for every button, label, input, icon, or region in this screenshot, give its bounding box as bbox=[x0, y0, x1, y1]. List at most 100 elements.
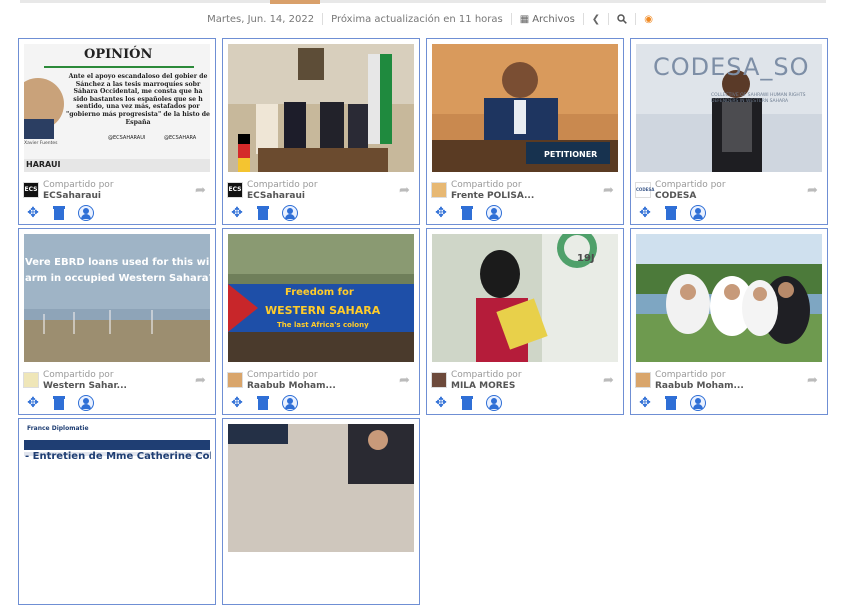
shared-by: Compartido por Western Sahar... bbox=[43, 370, 127, 392]
user-profile-icon[interactable] bbox=[690, 205, 706, 221]
share-icon[interactable]: ➦ bbox=[195, 374, 209, 387]
share-icon[interactable]: ➦ bbox=[603, 374, 617, 387]
post-thumbnail[interactable] bbox=[24, 44, 210, 172]
thumb-text: - Entretien de Mme Catherine Colo bbox=[25, 451, 211, 462]
shared-by-label: Compartido por bbox=[43, 370, 114, 380]
move-icon[interactable]: ✥ bbox=[230, 206, 244, 220]
post-card[interactable] bbox=[222, 418, 420, 605]
post-thumbnail[interactable] bbox=[228, 44, 414, 172]
move-icon[interactable]: ✥ bbox=[434, 396, 448, 410]
shared-by-user[interactable]: CODESA bbox=[655, 191, 726, 202]
shared-by: Compartido por Raabub Moham... bbox=[247, 370, 336, 392]
post-card[interactable]: ECS Compartido por ECSaharaui ➦ ✥ bbox=[222, 38, 420, 225]
post-card[interactable]: 19J Compartido por MILA MORES ➦ ✥ bbox=[426, 228, 624, 415]
trash-icon[interactable] bbox=[665, 206, 677, 220]
user-profile-icon[interactable] bbox=[282, 395, 298, 411]
top-divider bbox=[20, 0, 826, 4]
post-card[interactable]: Freedom for WESTERN SAHARA The last Afri… bbox=[222, 228, 420, 415]
user-profile-icon[interactable] bbox=[78, 205, 94, 221]
move-icon[interactable]: ✥ bbox=[230, 396, 244, 410]
post-card[interactable]: PETITIONER Compartido por Frente POLISA.… bbox=[426, 38, 624, 225]
shared-by-label: Compartido por bbox=[247, 180, 318, 190]
user-profile-icon[interactable] bbox=[486, 395, 502, 411]
trash-icon[interactable] bbox=[461, 206, 473, 220]
shared-by-user[interactable]: MILA MORES bbox=[451, 381, 522, 392]
archives-button[interactable]: ▦ Archivos bbox=[520, 14, 575, 25]
share-icon[interactable]: ➦ bbox=[399, 374, 413, 387]
post-card[interactable]: Compartido por Raabub Moham... ➦ ✥ bbox=[630, 228, 828, 415]
thumb-sign: PETITIONER bbox=[544, 150, 598, 159]
post-card[interactable]: OPINIÓN Ante el apoyo escandaloso del go… bbox=[18, 38, 216, 225]
user-profile-icon[interactable] bbox=[78, 395, 94, 411]
trash-icon[interactable] bbox=[53, 396, 65, 410]
move-icon[interactable]: ✥ bbox=[638, 206, 652, 220]
shared-by: Compartido por CODESA bbox=[655, 180, 726, 202]
shared-by-user[interactable]: Western Sahar... bbox=[43, 381, 127, 392]
post-actions: ✥ bbox=[638, 395, 706, 411]
avatar bbox=[431, 182, 447, 198]
user-profile-icon[interactable] bbox=[690, 395, 706, 411]
post-card[interactable]: France Diplomatie - Entretien de Mme Cat… bbox=[18, 418, 216, 605]
search-icon bbox=[617, 14, 628, 24]
shared-by-user[interactable]: ECSaharaui bbox=[43, 191, 114, 202]
shared-by-label: Compartido por bbox=[43, 180, 114, 190]
rss-icon: ◉ bbox=[644, 13, 653, 25]
thumb-banner: Freedom for bbox=[285, 287, 354, 298]
trash-icon[interactable] bbox=[257, 206, 269, 220]
share-icon[interactable]: ➦ bbox=[807, 374, 821, 387]
divider bbox=[510, 13, 512, 25]
divider bbox=[582, 13, 584, 25]
trash-icon[interactable] bbox=[53, 206, 65, 220]
shared-by-label: Compartido por bbox=[451, 370, 522, 380]
share-icon[interactable]: ➦ bbox=[399, 184, 413, 197]
top-accent bbox=[270, 0, 320, 4]
shared-by-user[interactable]: Raabub Moham... bbox=[655, 381, 744, 392]
post-thumbnail[interactable] bbox=[24, 424, 210, 552]
shared-by: Compartido por Frente POLISA... bbox=[451, 180, 534, 202]
post-thumbnail[interactable] bbox=[228, 424, 414, 552]
share-icon[interactable]: ➦ bbox=[807, 184, 821, 197]
user-profile-icon[interactable] bbox=[282, 205, 298, 221]
avatar: ECS bbox=[227, 182, 243, 198]
shared-by-label: Compartido por bbox=[655, 370, 726, 380]
user-profile-icon[interactable] bbox=[486, 205, 502, 221]
shared-by-label: Compartido por bbox=[655, 180, 726, 190]
post-thumbnail[interactable] bbox=[228, 234, 414, 362]
post-thumbnail[interactable] bbox=[24, 234, 210, 362]
post-thumbnail[interactable] bbox=[636, 234, 822, 362]
move-icon[interactable]: ✥ bbox=[26, 206, 40, 220]
shared-by-user[interactable]: ECSaharaui bbox=[247, 191, 318, 202]
rss-button[interactable]: ◉ bbox=[644, 14, 653, 25]
move-icon[interactable]: ✥ bbox=[638, 396, 652, 410]
shared-by-user[interactable]: Frente POLISA... bbox=[451, 191, 534, 202]
share-icon[interactable]: ➦ bbox=[195, 184, 209, 197]
shared-by-label: Compartido por bbox=[451, 180, 522, 190]
chevron-left-icon: ❮ bbox=[591, 13, 601, 25]
trash-icon[interactable] bbox=[665, 396, 677, 410]
trash-icon[interactable] bbox=[257, 396, 269, 410]
thumb-text: Vere EBRD loans used for this wind bbox=[25, 257, 211, 268]
next-update-label: Próxima actualización en 11 horas bbox=[331, 13, 503, 25]
divider bbox=[635, 13, 637, 25]
move-icon[interactable]: ✥ bbox=[434, 206, 448, 220]
thumb-text: 19J bbox=[577, 253, 595, 264]
avatar bbox=[23, 372, 39, 388]
prev-button[interactable]: ❮ bbox=[592, 14, 600, 25]
search-button[interactable] bbox=[617, 14, 628, 24]
post-actions: ✥ bbox=[230, 205, 298, 221]
post-actions: ✥ bbox=[26, 205, 94, 221]
calendar-icon: ▦ bbox=[519, 13, 530, 25]
trash-icon[interactable] bbox=[461, 396, 473, 410]
thumb-title: France Diplomatie bbox=[27, 425, 89, 432]
move-icon[interactable]: ✥ bbox=[26, 396, 40, 410]
post-card[interactable]: Vere EBRD loans used for this wind arm i… bbox=[18, 228, 216, 415]
share-icon[interactable]: ➦ bbox=[603, 184, 617, 197]
post-card[interactable]: CODESA_SO COLLECTIVE OF SAHRAWI HUMAN RI… bbox=[630, 38, 828, 225]
shared-by-user[interactable]: Raabub Moham... bbox=[247, 381, 336, 392]
post-actions: ✥ bbox=[434, 395, 502, 411]
avatar bbox=[635, 372, 651, 388]
shared-by: Compartido por Raabub Moham... bbox=[655, 370, 744, 392]
thumb-title: CODESA_SO bbox=[653, 53, 810, 81]
thumb-banner: The last Africa's colony bbox=[277, 321, 369, 329]
avatar bbox=[431, 372, 447, 388]
